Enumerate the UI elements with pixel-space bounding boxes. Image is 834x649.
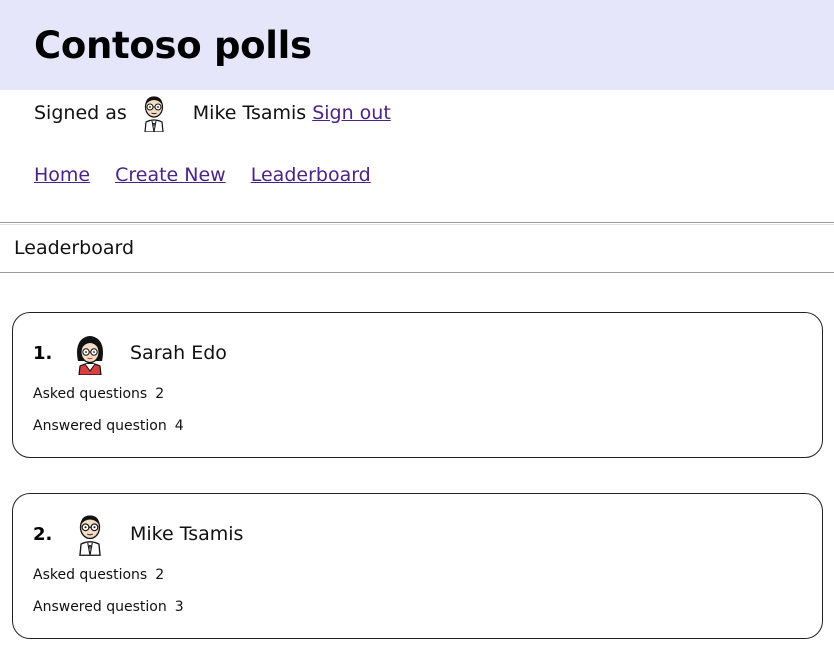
leaderboard-card: 1. Sarah Edo Asked questions 2 Answered q… (12, 312, 823, 458)
asked-questions-value: 2 (155, 567, 165, 583)
signed-as-label: Signed as (34, 102, 127, 124)
answered-question-value: 4 (174, 418, 184, 434)
answered-question-label: Answered question (33, 599, 167, 615)
asked-questions-label: Asked questions (33, 567, 148, 583)
asked-questions-label: Asked questions (33, 386, 148, 402)
asked-questions-value: 2 (155, 386, 165, 402)
answered-question-stat: Answered question 4 (33, 418, 184, 434)
nav-home-link[interactable]: Home (34, 164, 90, 186)
rank-label: 1. (33, 343, 53, 364)
answered-question-value: 3 (174, 599, 184, 615)
divider (0, 222, 834, 225)
nav-leaderboard-link[interactable]: Leaderboard (251, 164, 371, 186)
main-nav: Home Create New Leaderboard (34, 164, 396, 186)
user-bar: Signed as Mike Tsamis Sign out (34, 93, 391, 133)
man-with-glasses-avatar-icon (79, 515, 101, 556)
answered-question-stat: Answered question 3 (33, 599, 184, 615)
leaderboard-card: 2. Mike Tsamis Asked questions 2 Answered… (12, 493, 823, 639)
woman-with-glasses-avatar-icon (77, 336, 103, 375)
man-with-glasses-avatar-icon (144, 96, 164, 132)
nav-create-new-link[interactable]: Create New (115, 164, 226, 186)
leader-name: Mike Tsamis (130, 523, 244, 545)
divider (0, 272, 834, 273)
current-user-name: Mike Tsamis (192, 102, 307, 124)
answered-question-label: Answered question (33, 418, 167, 434)
asked-questions-stat: Asked questions 2 (33, 386, 164, 402)
app-title: Contoso polls (34, 24, 312, 67)
sign-out-link[interactable]: Sign out (312, 102, 391, 124)
rank-label: 2. (33, 524, 53, 545)
app-header: Contoso polls (0, 0, 834, 90)
asked-questions-stat: Asked questions 2 (33, 567, 164, 583)
page-title: Leaderboard (14, 237, 135, 259)
leader-name: Sarah Edo (130, 342, 227, 364)
